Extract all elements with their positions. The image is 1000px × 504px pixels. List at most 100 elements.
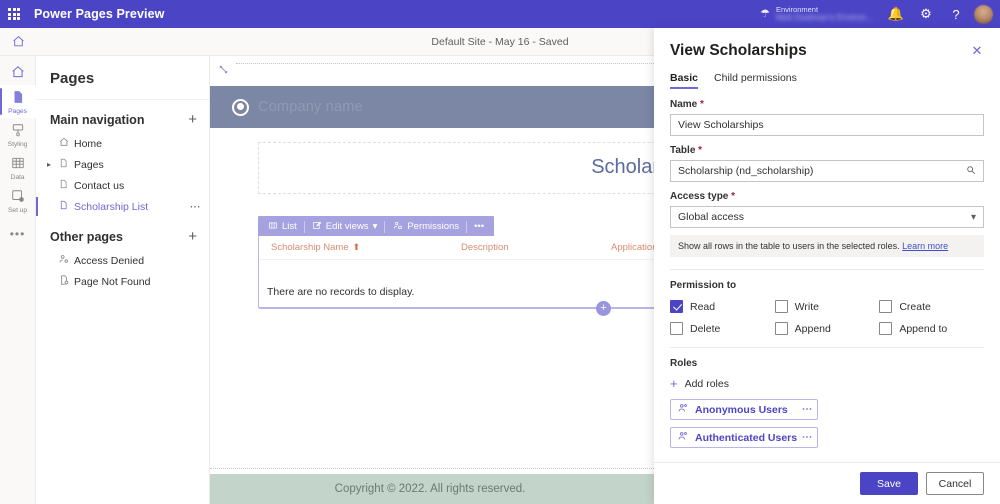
sidebar-item-scholarship-list[interactable]: Scholarship List ⋯: [36, 196, 209, 217]
cancel-button[interactable]: Cancel: [926, 472, 984, 495]
left-rail: Pages Styling Data S: [0, 56, 36, 504]
rail-item-setup[interactable]: Set up: [0, 184, 36, 217]
role-context-menu-icon[interactable]: ⋮: [802, 404, 810, 415]
list-button-label: List: [282, 221, 297, 232]
sidebar-item-page-not-found[interactable]: Page Not Found: [36, 271, 209, 292]
add-other-page-button[interactable]: +: [188, 231, 197, 243]
chevron-right-icon[interactable]: ▸: [47, 160, 51, 169]
sidebar-item-label: Contact us: [74, 180, 124, 192]
pages-icon: [11, 90, 25, 107]
checkbox-append-to-label: Append to: [899, 323, 947, 335]
checkbox-append-box[interactable]: [775, 322, 788, 335]
table-input-value: Scholarship (nd_scholarship): [678, 165, 966, 177]
checkbox-create-box[interactable]: [879, 300, 892, 313]
checkbox-append-to-box[interactable]: [879, 322, 892, 335]
rail-item-home[interactable]: [0, 60, 36, 85]
page-icon: [58, 179, 69, 192]
checkbox-read[interactable]: Read: [670, 300, 775, 313]
permissions-icon: [392, 221, 403, 233]
add-roles-label: Add roles: [685, 378, 729, 390]
name-input-value: View Scholarships: [678, 119, 976, 131]
resize-handle-icon[interactable]: [212, 58, 234, 80]
checkbox-write[interactable]: Write: [775, 300, 880, 313]
sidebar-item-contact-us[interactable]: Contact us: [36, 175, 209, 196]
chevron-down-icon: ▾: [373, 221, 378, 232]
column-header-description[interactable]: Description: [461, 242, 611, 253]
notifications-icon[interactable]: 🔔: [881, 0, 911, 28]
section-divider: [670, 347, 984, 348]
sidebar-item-label: Scholarship List: [74, 201, 148, 213]
sidebar-item-label: Pages: [74, 159, 104, 171]
add-roles-button[interactable]: + Add roles: [670, 378, 984, 390]
close-icon[interactable]: ✕: [966, 40, 988, 62]
rail-item-data[interactable]: Data: [0, 151, 36, 184]
checkbox-write-label: Write: [795, 301, 819, 313]
checkbox-append-to[interactable]: Append to: [879, 322, 984, 335]
role-icon: [678, 403, 688, 416]
checkbox-create[interactable]: Create: [879, 300, 984, 313]
checkbox-delete-box[interactable]: [670, 322, 683, 335]
save-button[interactable]: Save: [860, 472, 918, 495]
table-lookup-input[interactable]: Scholarship (nd_scholarship): [670, 160, 984, 182]
column-header-scholarship-name[interactable]: Scholarship Name ⬆: [271, 242, 461, 253]
role-chip-authenticated-users[interactable]: Authenticated Users ⋮: [670, 427, 818, 448]
table-permission-panel: View Scholarships ✕ Basic Child permissi…: [654, 28, 1000, 504]
role-chip-label: Anonymous Users: [695, 404, 788, 416]
add-section-icon[interactable]: +: [596, 301, 611, 316]
edit-views-icon: [312, 221, 322, 233]
sort-ascending-icon: ⬆: [353, 242, 361, 253]
checkbox-delete[interactable]: Delete: [670, 322, 775, 335]
roles-label: Roles: [670, 358, 984, 369]
name-label-text: Name: [670, 99, 697, 110]
sidebar-item-home[interactable]: Home: [36, 133, 209, 154]
permissions-button[interactable]: Permissions: [385, 221, 466, 233]
data-icon: [11, 156, 25, 173]
learn-more-link[interactable]: Learn more: [902, 241, 948, 251]
section-divider: [670, 269, 984, 270]
table-field-group: Table * Scholarship (nd_scholarship): [670, 145, 984, 182]
access-type-dropdown[interactable]: Global access ▾: [670, 206, 984, 228]
page-not-found-icon: [58, 275, 69, 288]
table-field-label: Table *: [670, 145, 984, 156]
plus-icon: +: [670, 379, 678, 389]
column-label: Scholarship Name: [271, 242, 349, 253]
role-chip-anonymous-users[interactable]: Anonymous Users ⋮: [670, 399, 818, 420]
page-icon: [58, 200, 69, 213]
access-denied-icon: [58, 254, 69, 267]
checkbox-append[interactable]: Append: [775, 322, 880, 335]
name-input[interactable]: View Scholarships: [670, 114, 984, 136]
required-asterisk: *: [698, 145, 702, 156]
rail-more-icon[interactable]: •••: [10, 227, 26, 241]
search-icon[interactable]: [966, 165, 976, 178]
user-avatar[interactable]: [974, 5, 993, 24]
permission-checkbox-grid: Read Write Create Delete Append: [670, 300, 984, 335]
list-button[interactable]: List: [261, 221, 304, 233]
page-context-menu-icon[interactable]: ⋯: [190, 200, 202, 213]
rail-label-data: Data: [11, 174, 25, 181]
sidebar-item-pages[interactable]: ▸ Pages: [36, 154, 209, 175]
name-field-label: Name *: [670, 99, 984, 110]
name-field-group: Name * View Scholarships: [670, 99, 984, 136]
settings-icon[interactable]: ⚙: [911, 0, 941, 28]
checkbox-read-box[interactable]: [670, 300, 683, 313]
panel-header: View Scholarships ✕: [654, 28, 1000, 60]
help-icon[interactable]: ?: [941, 0, 971, 28]
pages-panel: Pages Main navigation + Home ▸ Pages Con…: [36, 56, 210, 504]
role-context-menu-icon[interactable]: ⋮: [802, 432, 810, 443]
checkbox-create-label: Create: [899, 301, 931, 313]
tab-basic[interactable]: Basic: [670, 72, 698, 89]
environment-picker[interactable]: ☂ Environment Nick Doelman's Environ...: [760, 6, 873, 23]
list-more-icon[interactable]: •••: [467, 221, 491, 232]
sidebar-item-access-denied[interactable]: Access Denied: [36, 250, 209, 271]
rail-label-pages: Pages: [8, 108, 27, 115]
tab-child-permissions[interactable]: Child permissions: [714, 72, 797, 89]
rail-item-styling[interactable]: Styling: [0, 118, 36, 151]
checkbox-write-box[interactable]: [775, 300, 788, 313]
sidebar-item-label: Home: [74, 138, 102, 150]
rail-item-pages[interactable]: Pages: [0, 85, 36, 118]
add-main-navigation-page-button[interactable]: +: [188, 114, 197, 126]
panel-title: View Scholarships: [670, 42, 984, 60]
waffle-icon[interactable]: [0, 0, 28, 28]
setup-icon: [11, 189, 25, 206]
edit-views-button[interactable]: Edit views ▾: [305, 221, 385, 233]
